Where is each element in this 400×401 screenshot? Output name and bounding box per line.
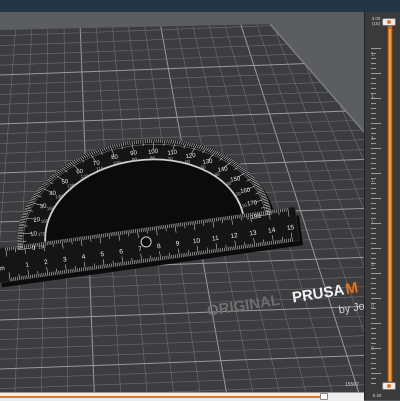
- layer-slider-fill: [389, 29, 391, 381]
- layer-slider-bottom-thumb[interactable]: [382, 382, 396, 390]
- layer-ruler-tick: [371, 288, 376, 289]
- ruler-label: 14: [268, 227, 277, 235]
- layer-sidebar: 3.00 (15) 1.1.1.1.1.0.0.0. 0.20: [364, 12, 400, 400]
- layer-ruler-tick: [371, 128, 376, 129]
- layer-ruler-tick: [371, 273, 381, 274]
- layer-ruler-label: 1.: [371, 136, 375, 142]
- layer-ruler-tick: [371, 323, 381, 324]
- layer-ruler-tick: [371, 58, 376, 59]
- layer-ruler-tick: [371, 153, 376, 154]
- layer-ruler: 1. 1. 1. 1. 1. 0. 0. 0.: [371, 48, 383, 388]
- bed-logo-accent: M: [344, 279, 359, 298]
- layer-ruler-tick: [371, 113, 376, 114]
- layer-ruler-tick: [371, 143, 376, 144]
- thumb-knob-icon: [387, 20, 391, 24]
- layer-ruler-tick: [371, 253, 376, 254]
- ruler-label: 13: [249, 229, 258, 237]
- layer-ruler-tick: [371, 213, 376, 214]
- layer-ruler-tick: [371, 293, 376, 294]
- ruler-label: 10: [192, 237, 201, 245]
- 3d-viewport[interactable]: ORIGINAL PRUSA M by Jo 01020304050607080…: [0, 12, 364, 400]
- layer-ruler-tick: [371, 283, 376, 284]
- layer-bottom-label: 0.20: [367, 393, 387, 398]
- layer-ruler-tick: [371, 163, 376, 164]
- ruler-label: 12: [230, 232, 239, 240]
- layer-ruler-tick: [371, 133, 376, 134]
- layer-ruler-tick: [371, 123, 381, 124]
- layer-ruler-tick: [371, 193, 376, 194]
- layer-ruler-tick: [371, 333, 376, 334]
- layer-ruler-label: 0.: [371, 304, 375, 310]
- layer-ruler-tick: [371, 248, 381, 249]
- layer-ruler-tick: [371, 353, 376, 354]
- layer-ruler-label: 0.: [371, 262, 375, 268]
- layer-slider-top-thumb[interactable]: [382, 18, 396, 26]
- layer-ruler-tick: [371, 68, 376, 69]
- layer-ruler-label: 1.: [371, 94, 375, 100]
- horizontal-slider-thumb[interactable]: [320, 393, 328, 400]
- layer-ruler-tick: [371, 203, 376, 204]
- layer-ruler-tick: [371, 338, 376, 339]
- layer-ruler-tick: [371, 373, 381, 374]
- layer-ruler-tick: [371, 313, 376, 314]
- layer-ruler-tick: [371, 243, 376, 244]
- layer-ruler-tick: [371, 158, 376, 159]
- layer-ruler-label: 1.: [371, 178, 375, 184]
- ruler-label: 15: [287, 224, 296, 232]
- layer-ruler-tick: [371, 48, 381, 49]
- layer-ruler-tick: [371, 188, 376, 189]
- horizontal-slider-value: 15567: [345, 382, 359, 388]
- layer-ruler-tick: [371, 383, 376, 384]
- layer-ruler-tick: [371, 368, 376, 369]
- layer-ruler-tick: [371, 233, 376, 234]
- layer-ruler-tick: [371, 378, 376, 379]
- layer-ruler-tick: [371, 108, 376, 109]
- layer-ruler-label: 0.: [371, 346, 375, 352]
- layer-ruler-label: 1.: [371, 220, 375, 226]
- layer-slider-track[interactable]: [387, 20, 393, 390]
- layer-ruler-tick: [371, 278, 376, 279]
- layer-ruler-tick: [371, 118, 376, 119]
- layer-ruler-tick: [371, 343, 376, 344]
- layer-ruler-tick: [371, 88, 376, 89]
- layer-ruler-tick: [371, 358, 376, 359]
- layer-ruler-tick: [371, 148, 381, 149]
- layer-ruler-tick: [371, 168, 376, 169]
- layer-ruler-tick: [371, 258, 376, 259]
- layer-ruler-tick: [371, 328, 376, 329]
- arc-inner-label: 110: [96, 166, 104, 172]
- layer-ruler-tick: [371, 73, 381, 74]
- layer-ruler-tick: [371, 83, 376, 84]
- layer-ruler-label: 1.: [371, 52, 375, 58]
- layer-ruler-tick: [371, 363, 376, 364]
- thumb-knob-icon: [387, 384, 391, 388]
- layer-ruler-tick: [371, 268, 376, 269]
- layer-ruler-tick: [371, 228, 376, 229]
- layer-ruler-tick: [371, 78, 376, 79]
- ruler-label: 11: [212, 235, 220, 243]
- layer-ruler-tick: [371, 173, 381, 174]
- layer-ruler-tick: [371, 198, 381, 199]
- layer-ruler-tick: [371, 318, 376, 319]
- layer-ruler-tick: [371, 103, 376, 104]
- horizontal-slider-fill: [0, 396, 320, 398]
- layer-ruler-tick: [371, 63, 376, 64]
- layer-ruler-tick: [371, 238, 376, 239]
- layer-ruler-tick: [371, 208, 376, 209]
- layer-ruler-tick: [371, 298, 381, 299]
- layer-ruler-tick: [371, 218, 376, 219]
